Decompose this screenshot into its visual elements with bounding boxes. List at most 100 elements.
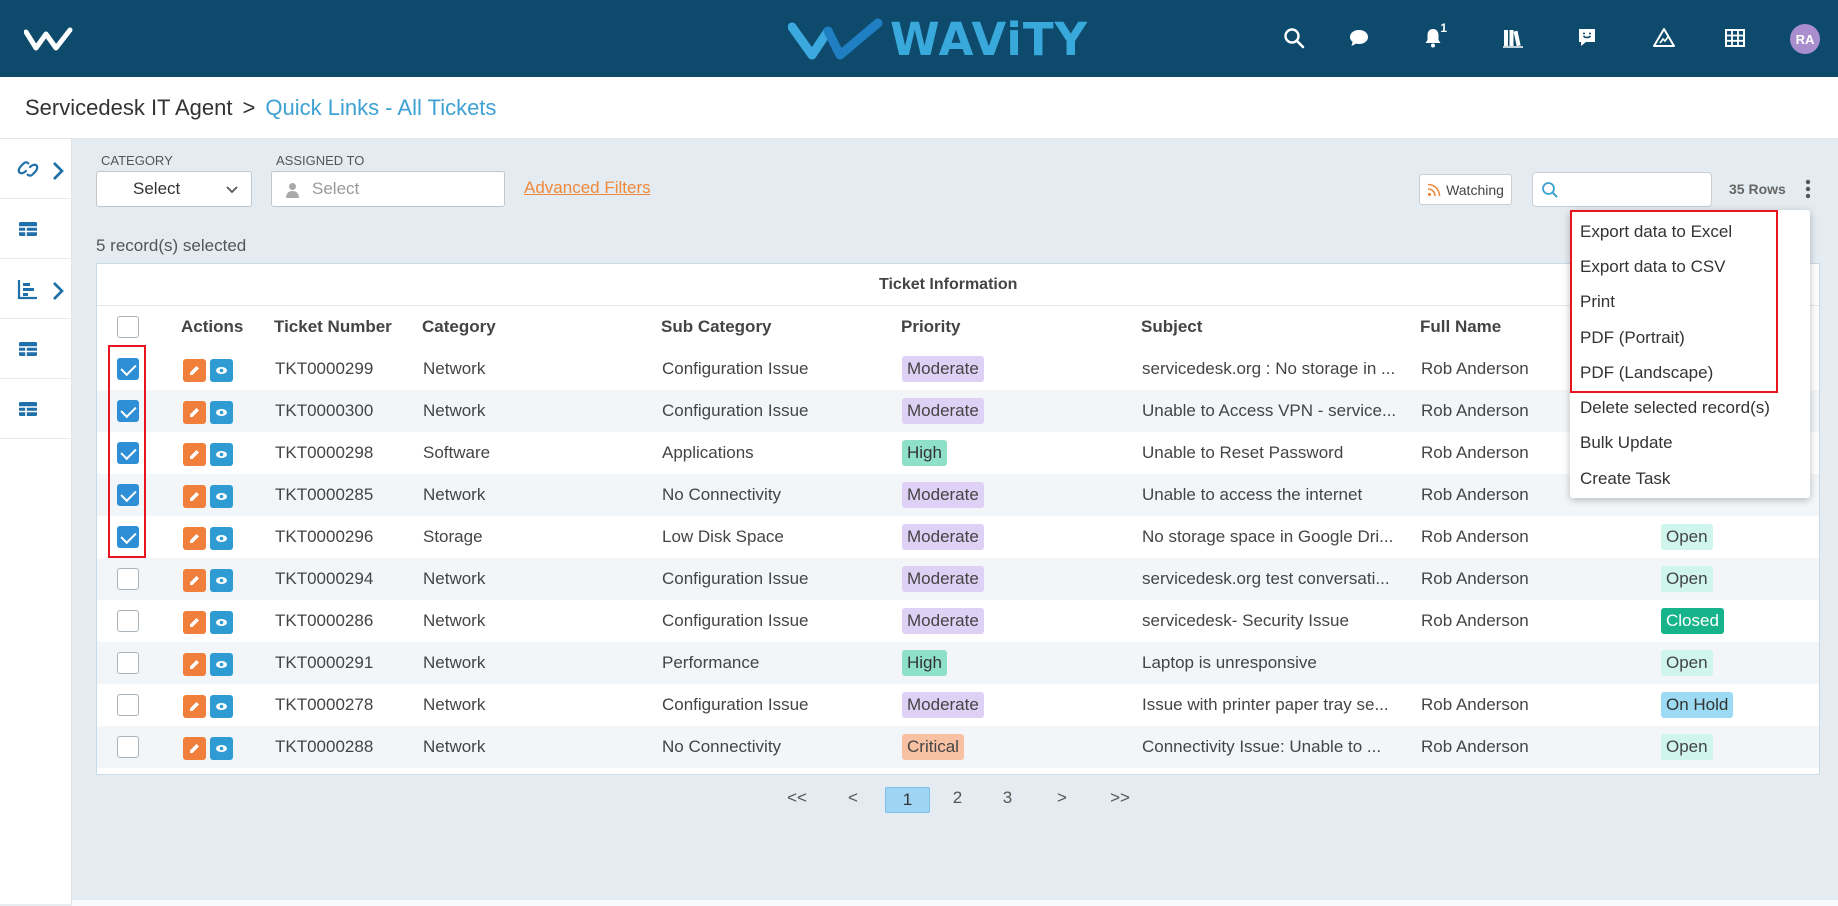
sidebar-item-links[interactable] [0,139,72,199]
row-checkbox[interactable] [117,694,139,716]
library-icon[interactable] [1497,22,1529,54]
edit-button[interactable] [183,443,206,466]
view-button[interactable] [210,443,233,466]
previous-page-button[interactable]: < [847,788,859,808]
edit-button[interactable] [183,695,206,718]
ticket-number[interactable]: TKT0000300 [275,401,373,421]
menu-item-delete-selected[interactable]: Delete selected record(s) [1580,398,1770,418]
view-button[interactable] [210,737,233,760]
last-page-button[interactable]: >> [1110,788,1130,808]
user-avatar[interactable]: RA [1790,24,1820,54]
column-header-category[interactable]: Category [422,317,496,337]
row-checkbox[interactable] [117,736,139,758]
grid-icon[interactable] [1719,22,1751,54]
sidebar-item-reports[interactable] [0,259,72,319]
ticket-number[interactable]: TKT0000278 [275,695,373,715]
assigned-to-placeholder: Select [312,179,360,198]
search-box[interactable] [1532,172,1712,207]
bell-icon[interactable]: 1 [1417,21,1449,54]
next-page-button[interactable]: > [1056,788,1068,808]
top-navigation-bar: WAViTY 1 RA [0,0,1838,77]
edit-button[interactable] [183,569,206,592]
category-cell: Network [423,653,486,672]
table-row: TKT0000294 Network Configuration Issue Mode… [97,558,1819,600]
column-header-full-name[interactable]: Full Name [1420,317,1501,337]
edit-button[interactable] [183,737,206,760]
row-checkbox[interactable] [117,652,139,674]
row-checkbox[interactable] [117,568,139,590]
edit-button[interactable] [183,653,206,676]
ticket-number[interactable]: TKT0000296 [275,527,373,547]
select-all-checkbox[interactable] [117,316,139,338]
edit-button[interactable] [183,527,206,550]
view-button[interactable] [210,527,233,550]
search-input[interactable] [1567,173,1707,204]
column-header-subject[interactable]: Subject [1141,317,1202,337]
eye-icon [216,367,227,374]
edit-button[interactable] [183,611,206,634]
sub-category-cell: Configuration Issue [662,401,809,420]
ticket-number[interactable]: TKT0000294 [275,569,373,589]
page-2-button[interactable]: 2 [950,788,965,808]
search-icon [1542,182,1558,198]
ticket-number[interactable]: TKT0000288 [275,737,373,757]
column-header-row: Actions Ticket Number Category Sub Categ… [97,306,1819,348]
breadcrumb-root[interactable]: Servicedesk IT Agent [25,95,233,120]
full-name-cell: Rob Anderson [1421,401,1529,420]
sidebar-item-table-3[interactable] [0,379,72,439]
feedback-icon[interactable] [1571,22,1603,54]
column-header-sub-category[interactable]: Sub Category [661,317,772,337]
chevron-right-icon [53,162,64,180]
edit-button[interactable] [183,401,206,424]
warning-icon[interactable] [1648,22,1680,54]
edit-button[interactable] [183,359,206,382]
view-button[interactable] [210,359,233,382]
edit-button[interactable] [183,485,206,508]
view-button[interactable] [210,653,233,676]
view-button[interactable] [210,485,233,508]
search-icon[interactable] [1278,22,1310,54]
ticket-number[interactable]: TKT0000291 [275,653,373,673]
left-sidebar [0,139,72,904]
view-button[interactable] [210,401,233,424]
breadcrumb-current[interactable]: Quick Links - All Tickets [265,95,496,120]
priority-badge: High [902,440,947,466]
view-button[interactable] [210,569,233,592]
more-options-icon[interactable] [1802,176,1814,202]
view-button[interactable] [210,695,233,718]
brand-logo: WAViTY [788,12,1089,66]
menu-item-create-task[interactable]: Create Task [1580,469,1670,489]
view-button[interactable] [210,611,233,634]
full-name-cell: Rob Anderson [1421,737,1529,756]
chevron-down-icon [226,186,238,194]
ticket-number[interactable]: TKT0000298 [275,443,373,463]
column-header-actions[interactable]: Actions [181,317,243,337]
category-select[interactable]: Select [96,171,252,207]
ticket-number[interactable]: TKT0000299 [275,359,373,379]
assigned-to-select[interactable]: Select [271,171,505,207]
sub-category-cell: No Connectivity [662,737,782,756]
home-logo-icon[interactable] [24,26,80,52]
sidebar-item-table-2[interactable] [0,319,72,379]
page-1-button[interactable]: 1 [885,787,930,813]
column-header-priority[interactable]: Priority [901,317,961,337]
column-header-ticket-number[interactable]: Ticket Number [274,317,392,337]
menu-item-bulk-update[interactable]: Bulk Update [1580,433,1673,453]
full-name-cell: Rob Anderson [1421,569,1529,588]
row-checkbox[interactable] [117,610,139,632]
ticket-number[interactable]: TKT0000286 [275,611,373,631]
breadcrumb-bar: Servicedesk IT Agent > Quick Links - All T… [0,77,1838,139]
priority-badge: Moderate [902,482,984,508]
ticket-number[interactable]: TKT0000285 [275,485,373,505]
category-cell: Software [423,443,491,462]
brand-name: WAViTY [890,12,1089,66]
first-page-button[interactable]: << [787,788,807,808]
watching-button[interactable]: Watching [1419,174,1512,205]
status-badge: Open [1661,524,1713,550]
group-header: Ticket Information [97,264,1819,306]
category-cell: Storage [423,527,483,546]
sidebar-item-table[interactable] [0,199,72,259]
advanced-filters-link[interactable]: Advanced Filters [524,178,651,198]
page-3-button[interactable]: 3 [1000,788,1015,808]
chat-icon[interactable] [1343,22,1375,54]
